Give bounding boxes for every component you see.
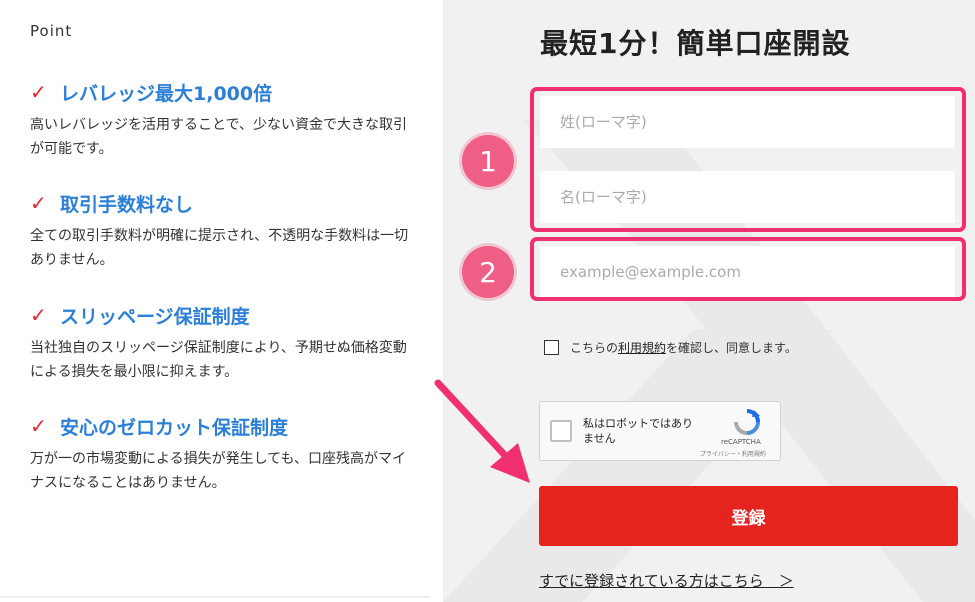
terms-link[interactable]: 利用規約: [618, 339, 666, 356]
feature-item: ✓ スリッページ保証制度 当社独自のスリッページ保証制度により、予期せぬ価格変動…: [30, 300, 420, 384]
recaptcha-widget: 私はロボットではありません reCAPTCHA プライバシー・利用規約: [539, 401, 781, 461]
recaptcha-logo-icon: [734, 409, 760, 435]
feature-item: ✓ レバレッジ最大1,000倍 高いレバレッジを活用することで、少ない資金で大き…: [30, 77, 420, 161]
feature-title-row: ✓ スリッページ保証制度: [30, 300, 420, 330]
features-panel: Point ✓ レバレッジ最大1,000倍 高いレバレッジを活用することで、少な…: [0, 0, 443, 602]
feature-title-row: ✓ レバレッジ最大1,000倍: [30, 77, 420, 107]
feature-desc: 全ての取引手数料が明確に提示され、不透明な手数料は一切ありません。: [30, 228, 409, 268]
check-icon: ✓: [30, 303, 47, 327]
feature-desc: 万が一の市場変動による損失が発生しても、口座残高がマイナスになることはありません…: [30, 451, 407, 491]
feature-item: ✓ 取引手数料なし 全ての取引手数料が明確に提示され、不透明な手数料は一切ありま…: [30, 188, 420, 272]
feature-title: 取引手数料なし: [60, 193, 194, 216]
feature-title: レバレッジ最大1,000倍: [60, 82, 273, 105]
check-icon: ✓: [30, 80, 47, 104]
recaptcha-links[interactable]: プライバシー・利用規約: [700, 449, 766, 458]
feature-title-row: ✓ 取引手数料なし: [30, 188, 420, 218]
feature-title-row: ✓ 安心のゼロカット保証制度: [30, 411, 420, 441]
feature-title: 安心のゼロカット保証制度: [60, 416, 289, 439]
divider: [0, 596, 430, 598]
check-icon: ✓: [30, 191, 47, 215]
form-title: 最短1分！簡単口座開設: [540, 27, 851, 60]
point-label: Point: [30, 22, 73, 40]
terms-row: こちらの 利用規約 を確認し、同意します。: [544, 339, 797, 356]
step-badge-1: 1: [462, 135, 514, 187]
terms-suffix: を確認し、同意します。: [666, 341, 797, 355]
terms-checkbox[interactable]: [544, 340, 559, 355]
register-button[interactable]: 登録: [539, 486, 958, 546]
check-icon: ✓: [30, 414, 47, 438]
email-field-highlight: [530, 237, 966, 301]
pointer-arrow-icon: [434, 379, 530, 483]
login-link[interactable]: すでに登録されている方はこちら ＞: [539, 570, 794, 591]
recaptcha-brand: reCAPTCHA: [721, 438, 761, 446]
feature-item: ✓ 安心のゼロカット保証制度 万が一の市場変動による損失が発生しても、口座残高が…: [30, 411, 420, 495]
recaptcha-checkbox[interactable]: [550, 420, 572, 442]
step-badge-2: 2: [462, 246, 514, 298]
recaptcha-label: 私はロボットではありません: [583, 417, 693, 445]
terms-prefix: こちらの: [570, 341, 619, 355]
name-fields-highlight: [530, 87, 966, 232]
feature-desc: 高いレバレッジを活用することで、少ない資金で大きな取引が可能です。: [30, 117, 408, 157]
feature-desc: 当社独自のスリッページ保証制度により、予期せぬ価格変動による損失を最小限に抑えま…: [30, 340, 407, 380]
feature-title: スリッページ保証制度: [60, 305, 250, 328]
